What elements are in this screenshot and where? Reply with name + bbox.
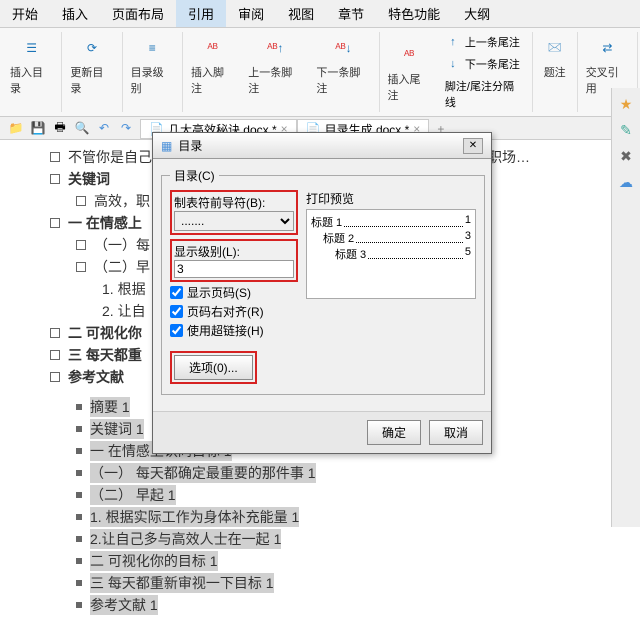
options-button[interactable]: 选项(0)... [174,355,253,380]
update-toc-button[interactable]: ⟳ 更新目录 [66,32,117,98]
print-icon[interactable]: 🖶 [52,120,68,136]
prev-footnote-button[interactable]: ᴬᴮ↑ 上一条脚注 [244,32,306,98]
level-icon: ≡ [138,34,166,62]
next-fn-icon: ᴬᴮ↓ [329,34,357,62]
next-footnote-button[interactable]: ᴬᴮ↓ 下一条脚注 [312,32,374,98]
levels-input[interactable] [174,260,294,278]
text: （一） 每天都确定最重要的那件事 1 [90,463,316,483]
dialog-titlebar[interactable]: ▦ 目录 ✕ [153,133,491,159]
text: 高效，职 [94,191,150,211]
save-icon[interactable]: 💾 [30,120,46,136]
update-icon: ⟳ [78,34,106,62]
text: 关键词 [68,169,110,189]
preview-icon[interactable]: 🔍 [74,120,90,136]
undo-icon[interactable]: ↶ [96,120,112,136]
preview-box: 标题 11 标题 23 标题 35 [306,209,476,299]
tab-view[interactable]: 视图 [276,0,326,27]
text: （一）每 [94,235,150,255]
tab-leader-select[interactable]: ....... [174,211,294,231]
hyperlink-checkbox[interactable] [170,324,183,337]
tab-leader-label: 制表符前导符(B): [174,194,294,211]
ok-button[interactable]: 确定 [367,420,421,445]
text: 参考文献 1 [90,595,158,615]
text: 一 在情感上 [68,213,142,233]
prev-fn-icon: ᴬᴮ↑ [261,34,289,62]
dialog-title: 目录 [178,137,202,154]
text: 三 每天都重新审视一下目标 1 [90,573,274,593]
levels-section: 显示级别(L): [170,239,298,282]
tab-outline[interactable]: 大纲 [452,0,502,27]
text: 二 可视化你 [68,323,142,343]
next-endnote-button[interactable]: ↓下一条尾注 [441,54,528,74]
align-right-checkbox[interactable] [170,305,183,318]
preview-label: 打印预览 [306,190,476,207]
tab-special[interactable]: 特色功能 [376,0,452,27]
prev-endnote-button[interactable]: ↑上一条尾注 [441,32,528,52]
pencil-icon[interactable]: ✎ [616,120,636,140]
text: 2.让自己多与高效人士在一起 1 [90,529,281,549]
toc-dialog: ▦ 目录 ✕ 目录(C) 制表符前导符(B): ....... 显示级别(L): … [152,132,492,454]
group-legend: 目录(C) [170,167,219,184]
toc-icon: ☰ [18,34,46,62]
tool-icon[interactable]: ✖ [616,146,636,166]
tab-insert[interactable]: 插入 [50,0,100,27]
show-page-checkbox[interactable] [170,286,183,299]
text: 参考文献 [68,367,124,387]
options-section: 选项(0)... [170,351,257,384]
text: 1. 根据 [102,279,146,299]
cloud-icon[interactable]: ☁ [616,172,636,192]
text: 关键词 1 [90,419,144,439]
levels-label: 显示级别(L): [174,243,294,260]
text: 1. 根据实际工作为身体补充能量 1 [90,507,299,527]
prev-en-icon: ↑ [445,34,461,50]
bookmark-icon[interactable]: ★ [616,94,636,114]
tab-section[interactable]: 章节 [326,0,376,27]
footnote-icon: ᴬᴮ [199,34,227,62]
endnote-icon: ᴬᴮ [395,41,423,69]
close-button[interactable]: ✕ [463,138,483,154]
text: （二）早 [94,257,150,277]
insert-toc-button[interactable]: ☰ 插入目录 [6,32,57,98]
text: 2. 让自 [102,301,146,321]
crossref-icon: ⇄ [593,34,621,62]
insert-footnote-button[interactable]: ᴬᴮ 插入脚注 [187,32,238,98]
tab-leader-section: 制表符前导符(B): ....... [170,190,298,235]
text: 三 每天都重 [68,345,142,365]
toc-group: 目录(C) 制表符前导符(B): ....... 显示级别(L): 显示页码(S… [161,167,485,395]
side-toolbar: ★ ✎ ✖ ☁ [611,88,640,527]
tab-review[interactable]: 审阅 [226,0,276,27]
tab-layout[interactable]: 页面布局 [100,0,176,27]
insert-endnote-button[interactable]: ᴬᴮ 插入尾注 [384,39,435,105]
cancel-button[interactable]: 取消 [429,420,483,445]
text: 二 可视化你的目标 1 [90,551,218,571]
dialog-icon: ▦ [161,139,172,153]
caption-button[interactable]: 🖂 题注 [537,32,573,82]
separator-button[interactable]: 脚注/尾注分隔线 [441,76,528,112]
text: 摘要 1 [90,397,130,417]
tab-reference[interactable]: 引用 [176,0,226,27]
caption-icon: 🖂 [541,34,569,62]
text: （二） 早起 1 [90,485,176,505]
menu-tabs: 开始 插入 页面布局 引用 审阅 视图 章节 特色功能 大纲 [0,0,640,28]
ribbon: ☰ 插入目录 ⟳ 更新目录 ≡ 目录级别 ᴬᴮ 插入脚注 ᴬᴮ↑ 上一条脚注 ᴬ… [0,28,640,117]
new-icon[interactable]: 📁 [8,120,24,136]
next-en-icon: ↓ [445,56,461,72]
redo-icon[interactable]: ↷ [118,120,134,136]
tab-start[interactable]: 开始 [0,0,50,27]
toc-level-button[interactable]: ≡ 目录级别 [127,32,178,98]
